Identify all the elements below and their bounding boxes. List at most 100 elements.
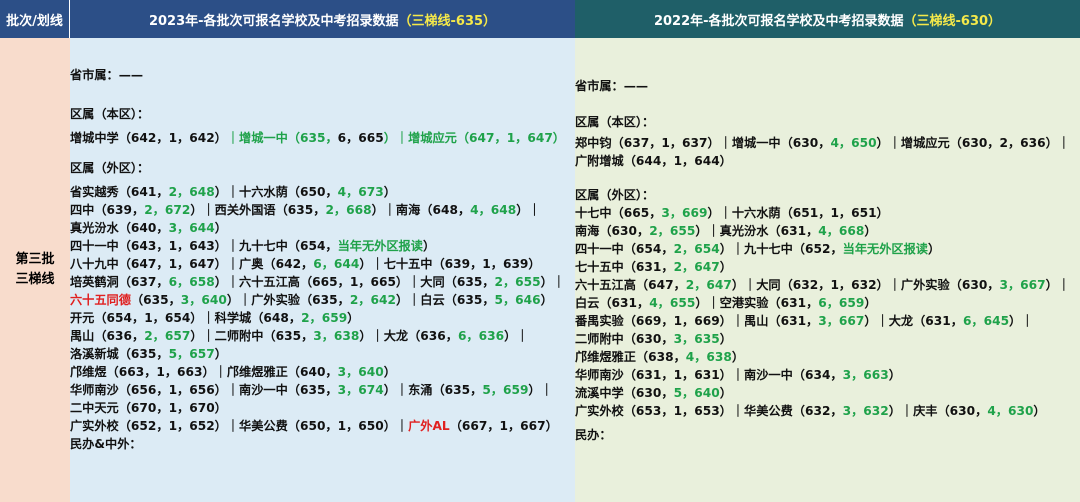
school-text: ）: [927, 242, 941, 256]
school-text: 广附增城（644，1，644）: [575, 154, 732, 168]
school-line: 六十五同德（635，3，640）｜广外实验（635，2，642）｜白云（635，…: [70, 291, 553, 309]
school-text: ）｜: [1009, 314, 1034, 328]
school-text: ）｜大同（632，1，632）｜广外实验（630，: [731, 278, 1000, 292]
school-text: 禺山（636，: [70, 329, 145, 343]
school-text: 广实外校（653，1，653）｜华美公费（632，: [575, 404, 843, 418]
highlight-value: 2，672: [144, 203, 191, 217]
school-line: 南海（630，2，655）｜真光汾水（631，4，668）: [575, 222, 877, 240]
school-text: 省实越秀（641，: [70, 185, 169, 199]
school-line: 开元（654，1，654）｜科学城（648，2，659）: [70, 309, 359, 327]
school-text: 华师南沙（631，1，631）｜南沙一中（634，: [575, 368, 843, 382]
school-text: 十七中（665，: [575, 206, 662, 220]
highlight-value: 2，668: [325, 203, 372, 217]
highlight-value: 6，636: [457, 329, 505, 343]
school-text: ）｜: [540, 275, 565, 289]
highlight-value: 2，647: [673, 260, 720, 274]
highlight-value: 6，659: [818, 296, 865, 310]
section-provincial-2023: 省市属：——: [70, 68, 144, 82]
highlight-value: 2，655: [494, 275, 541, 289]
highlight-value: 2，657: [144, 329, 191, 343]
highlight-value: 2，648: [168, 185, 215, 199]
school-text: ）｜广外实验（635，: [226, 293, 350, 307]
school-line: 番禺实验（669，1，669）｜禺山（631，3，667）｜大龙（631，6，6…: [575, 312, 1033, 330]
school-line: 四十一中（643，1，643）｜九十七中（654，当年无外区报读）: [70, 237, 435, 255]
highlight-value: 6，658: [168, 275, 215, 289]
school-text: （667，1，667）: [449, 419, 558, 433]
header-2023: 2023年-各批次可报名学校及中考招录数据 （三梯线-635）: [70, 0, 575, 38]
header-2022: 2022年-各批次可报名学校及中考招录数据 （三梯线-630）: [575, 0, 1080, 38]
highlight-value: 4，648: [470, 203, 517, 217]
school-line: 六十五江高（647，2，647）｜大同（632，1，632）｜广外实验（630，…: [575, 276, 1070, 294]
school-text: 四中（639，: [70, 203, 145, 217]
school-line: 禺山（636，2，657）｜二师附中（635，3，638）｜大龙（636，6，6…: [70, 327, 528, 345]
highlight-value: 3，632: [842, 404, 889, 418]
highlight-value: 4，655: [649, 296, 696, 310]
school-text: ）｜二师附中（635，: [190, 329, 314, 343]
section-district-out-2022: 区属（外区）：: [575, 188, 655, 202]
school-text: 四十一中（654，: [575, 242, 674, 256]
school-line: 八十九中（647，1，647）｜广奥（642，6，644）｜七十五中（639，1…: [70, 255, 541, 273]
highlight-value: 3，635: [673, 332, 720, 346]
school-text: 邝维煜（663，1，663）｜邝维煜雅正（640，: [70, 365, 338, 379]
batch-name: 第三批: [15, 252, 55, 267]
school-text: ）｜西关外国语（635，: [190, 203, 326, 217]
column-2023: 省市属：—— 区属（本区）： 区属（外区）： 民办&中外： 增城中学（642，1…: [70, 38, 575, 502]
highlight-value: 4，673: [337, 185, 384, 199]
school-text: 郑中钧（637，1，637）｜增城一中（630，: [575, 136, 831, 150]
school-text: 流溪中学（630，: [575, 386, 674, 400]
school-text: ）: [347, 311, 360, 325]
school-line: 广实外校（653，1，653）｜华美公费（632，3，632）｜庆丰（630，4…: [575, 402, 1046, 420]
school-text: ）: [731, 350, 745, 364]
school-line: 流溪中学（630，5，640）: [575, 384, 732, 402]
highlight-value: 3，667: [818, 314, 865, 328]
school-text: ）｜: [504, 329, 529, 343]
school-text: ）｜十六水荫（650，: [214, 185, 338, 199]
school-text: 华师南沙（656，1，656）｜南沙一中（635，: [70, 383, 338, 397]
school-text: 七十五中（631，: [575, 260, 674, 274]
header-2022-title: 2022年-各批次可报名学校及中考招录数据: [653, 13, 904, 29]
school-text: ）: [1033, 404, 1046, 418]
highlight-value: 2，654: [673, 242, 720, 256]
school-text: ）: [422, 239, 436, 253]
school-text: 八十九中（647，1，647）｜广奥（642，: [70, 257, 314, 271]
school-line: 华师南沙（631，1，631）｜南沙一中（634，3，663）: [575, 366, 901, 384]
school-text: ）: [383, 365, 396, 379]
school-text: 二师附中（630，: [575, 332, 674, 346]
highlight-value: 3，640: [337, 365, 384, 379]
highlight-value: 2，655: [649, 224, 696, 238]
highlight-value: 3，644: [168, 221, 215, 235]
school-line: 培英鹤洞（637，6，658）｜六十五江高（665，1，665）｜大同（635，…: [70, 273, 565, 291]
highlight-value: 4，638: [685, 350, 732, 364]
school-text: ）｜庆丰（630，: [888, 404, 988, 418]
school-text: 真光汾水（640，: [70, 221, 169, 235]
school-text: 二中天元（670，1，670）: [70, 401, 227, 415]
section-private-2022: 民办：: [575, 428, 612, 442]
highlight-school: 六十五同德: [70, 293, 131, 307]
school-text: 增城中学（642，1，642）: [70, 131, 227, 145]
school-line: 邝维煜（663，1，663）｜邝维煜雅正（640，3，640）: [70, 363, 396, 381]
highlight-value: 3，638: [313, 329, 360, 343]
school-text: 培英鹤洞（637，: [70, 275, 169, 289]
school-text: ）: [540, 293, 553, 307]
section-provincial-2022: 省市属：——: [575, 79, 649, 93]
highlight-value: 5，640: [673, 386, 720, 400]
column-2022: 省市属：—— 区属（本区）： 区属（外区）： 民办： 郑中钧（637，1，637…: [575, 38, 1080, 502]
highlight-value: 5，657: [168, 347, 215, 361]
school-line: 二师附中（630，3，635）: [575, 330, 732, 348]
school-text: 邝维煜雅正（638，: [575, 350, 686, 364]
school-text: ）｜大龙（636，: [359, 329, 458, 343]
school-text: ）: [864, 296, 877, 310]
school-text: ）｜空港实验（631，: [695, 296, 819, 310]
school-text: 四十一中（643，1，643）｜九十七中（654，: [70, 239, 338, 253]
school-line: 洛溪新城（635，5，657）: [70, 345, 227, 363]
highlight-value: 3，669: [661, 206, 708, 220]
school-line: 十七中（665，3，669）｜十六水荫（651，1，651）: [575, 204, 889, 222]
school-text: ）｜: [528, 383, 553, 397]
school-line: 四十一中（654，2，654）｜九十七中（652，当年无外区报读）: [575, 240, 940, 258]
school-line: 广附增城（644，1，644）: [575, 152, 732, 170]
school-line: 广实外校（652，1，652）｜华美公费（650，1，650）｜广外AL（667…: [70, 417, 558, 435]
school-line: 白云（631，4，655）｜空港实验（631，6，659）: [575, 294, 877, 312]
highlight-value: 2，647: [685, 278, 732, 292]
school-text: ）｜东涌（635，: [383, 383, 483, 397]
highlight-value: 4，668: [818, 224, 865, 238]
